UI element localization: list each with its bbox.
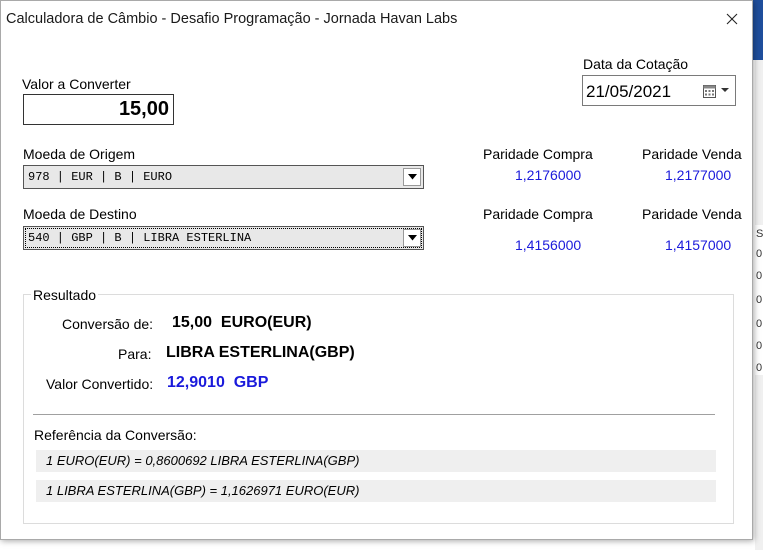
background-text: 0 xyxy=(756,362,763,374)
source-currency-label: Moeda de Origem xyxy=(23,146,136,162)
target-currency-select[interactable]: 540 | GBP | B | LIBRA ESTERLINA xyxy=(23,226,424,250)
calendar-icon[interactable] xyxy=(703,85,716,98)
target-sell-parity-value: 1,4157000 xyxy=(665,237,732,253)
source-currency-select[interactable]: 978 | EUR | B | EURO xyxy=(23,165,424,189)
target-currency-value: 540 | GBP | B | LIBRA ESTERLINA xyxy=(28,231,252,245)
conversion-to-label: Para: xyxy=(118,346,152,362)
reference-row: 1 EURO(EUR) = 0,8600692 LIBRA ESTERLINA(… xyxy=(36,450,716,472)
reference-row-text: 1 EURO(EUR) = 0,8600692 LIBRA ESTERLINA(… xyxy=(46,453,360,468)
close-button[interactable] xyxy=(709,3,755,35)
target-currency-label: Moeda de Destino xyxy=(23,206,137,222)
reference-row: 1 LIBRA ESTERLINA(GBP) = 1,1626971 EURO(… xyxy=(36,480,716,502)
background-text: 0 xyxy=(756,318,763,330)
reference-row-text: 1 LIBRA ESTERLINA(GBP) = 1,1626971 EURO(… xyxy=(46,483,360,498)
converted-value: 12,9010 GBP xyxy=(167,374,269,391)
source-sell-parity-value: 1,2177000 xyxy=(665,167,732,183)
chevron-down-icon xyxy=(407,174,417,180)
amount-input[interactable] xyxy=(23,94,174,125)
quote-date-picker[interactable]: 21/05/2021 xyxy=(582,75,736,106)
source-sell-parity-label: Paridade Venda xyxy=(642,146,742,162)
source-buy-parity-value: 1,2176000 xyxy=(515,167,582,183)
converted-value-label: Valor Convertido: xyxy=(46,376,154,392)
result-group-title: Resultado xyxy=(31,287,99,303)
result-divider xyxy=(33,414,715,415)
currency-calculator-dialog: Calculadora de Câmbio - Desafio Programa… xyxy=(0,0,753,540)
chevron-down-icon xyxy=(407,235,417,241)
chevron-down-icon[interactable] xyxy=(720,85,730,95)
target-buy-parity-label: Paridade Compra xyxy=(483,206,593,222)
conversion-from-value: 15,00 EURO(EUR) xyxy=(172,314,312,331)
amount-label: Valor a Converter xyxy=(22,76,131,92)
background-text: 0 xyxy=(756,340,763,352)
title-bar: Calculadora de Câmbio - Desafio Programa… xyxy=(1,1,752,37)
source-buy-parity-label: Paridade Compra xyxy=(483,146,593,162)
background-text: 0 xyxy=(756,270,763,282)
window-title: Calculadora de Câmbio - Desafio Programa… xyxy=(6,11,458,27)
conversion-from-label: Conversão de: xyxy=(62,316,154,332)
background-text: 0 xyxy=(756,248,763,260)
target-buy-parity-value: 1,4156000 xyxy=(515,237,582,253)
source-currency-dropdown-button[interactable] xyxy=(403,168,421,186)
background-text: 0 xyxy=(756,294,763,306)
target-sell-parity-label: Paridade Venda xyxy=(642,206,742,222)
close-icon xyxy=(726,13,738,25)
background-text: S xyxy=(756,228,763,240)
target-currency-dropdown-button[interactable] xyxy=(403,229,421,247)
conversion-reference-label: Referência da Conversão: xyxy=(34,427,197,443)
conversion-to-value: LIBRA ESTERLINA(GBP) xyxy=(166,344,355,361)
quote-date-label: Data da Cotação xyxy=(583,56,689,72)
source-currency-value: 978 | EUR | B | EURO xyxy=(28,170,173,184)
quote-date-value: 21/05/2021 xyxy=(586,82,672,101)
